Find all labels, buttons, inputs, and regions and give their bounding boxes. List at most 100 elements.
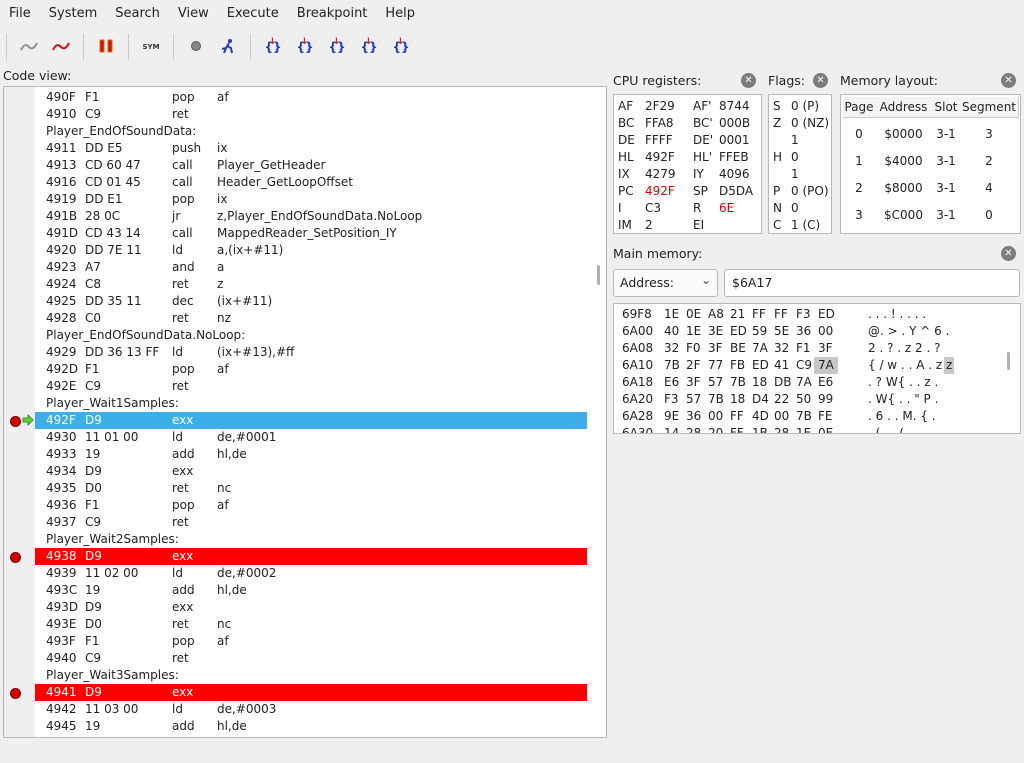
memory-layout-cell[interactable]: 4 (960, 181, 1018, 195)
memory-ascii[interactable]: { / w . . A . z (868, 357, 942, 374)
menu-system[interactable]: System (40, 0, 106, 28)
flag-value[interactable]: 0 (P) (791, 98, 819, 115)
register-value[interactable]: 6E (719, 200, 734, 217)
memory-byte[interactable]: 18 (730, 391, 745, 408)
memory-layout-header[interactable]: Page (843, 97, 876, 118)
address-input[interactable]: $6A17 (724, 269, 1020, 297)
register-value[interactable]: 4279 (645, 166, 676, 183)
code-line[interactable]: 4940 C9 ret (35, 650, 587, 667)
code-line[interactable]: 492D F1 pop af (35, 361, 587, 378)
memory-byte[interactable]: 32 (664, 340, 679, 357)
register-value[interactable]: 492F (645, 183, 675, 200)
menu-view[interactable]: View (169, 0, 218, 28)
memory-byte[interactable]: 0E (818, 425, 833, 433)
code-line[interactable]: 493D D9 exx (35, 599, 587, 616)
memory-layout-cell[interactable]: 3-1 (932, 181, 960, 195)
memory-layout-cell[interactable]: 0 (960, 208, 1018, 222)
memory-byte[interactable]: 1E (686, 323, 701, 340)
memory-byte[interactable]: 3E (708, 323, 723, 340)
code-line[interactable]: 490F F1 pop af (35, 89, 587, 106)
memory-layout-cell[interactable]: 2 (960, 154, 1018, 168)
address-mode-select[interactable]: Address: ⌄ (613, 269, 718, 297)
memory-byte[interactable]: 00 (818, 323, 833, 340)
flags-close-icon[interactable]: ✕ (813, 73, 828, 88)
memory-layout-close-icon[interactable]: ✕ (1001, 73, 1016, 88)
register-value[interactable]: FFEB (719, 149, 749, 166)
code-line[interactable]: 493C 19 add hl,de (35, 582, 587, 599)
memory-byte[interactable]: 57 (686, 391, 701, 408)
memory-byte[interactable]: DB (774, 374, 791, 391)
memory-byte[interactable]: ED (752, 357, 769, 374)
menu-file[interactable]: File (0, 0, 40, 28)
code-line[interactable]: 4930 11 01 00 ld de,#0001 (35, 429, 587, 446)
memory-ascii[interactable]: . W{ . . " P . (868, 391, 938, 408)
memory-byte[interactable]: 59 (752, 323, 767, 340)
code-label[interactable]: Player_Wait2Samples: (35, 531, 587, 548)
flag-value[interactable]: 0 (791, 149, 799, 166)
memory-ascii[interactable]: @. > . Y ^ 6 . (868, 323, 949, 340)
memory-byte[interactable]: 32 (774, 340, 789, 357)
memory-byte[interactable]: A8 (708, 306, 724, 323)
memory-byte[interactable]: 7B (664, 357, 680, 374)
memory-byte[interactable]: 57 (708, 374, 723, 391)
breakpoint-icon[interactable] (10, 552, 21, 563)
step-over-button[interactable]: {} ↓ (292, 34, 318, 60)
memory-ascii[interactable]: 2 . ? . z 2 . ? (868, 340, 940, 357)
menu-search[interactable]: Search (106, 0, 169, 28)
menu-execute[interactable]: Execute (218, 0, 288, 28)
memory-layout-cell[interactable]: 3 (960, 127, 1018, 141)
memory-byte[interactable]: FF (774, 306, 788, 323)
register-value[interactable]: 8744 (719, 98, 750, 115)
code-line[interactable]: 4924 C8 ret z (35, 276, 587, 293)
register-value[interactable]: 0001 (719, 132, 750, 149)
memory-byte[interactable]: E6 (818, 374, 833, 391)
memory-byte[interactable]: FB (730, 357, 745, 374)
code-line[interactable]: 491D CD 43 14 call MappedReader_SetPosition… (35, 225, 587, 242)
memory-byte[interactable]: 9E (664, 408, 679, 425)
memory-byte[interactable]: F0 (686, 340, 701, 357)
memory-byte[interactable]: 1E (664, 306, 679, 323)
main-memory-close-icon[interactable]: ✕ (1001, 246, 1016, 261)
memory-byte[interactable]: D4 (752, 391, 769, 408)
code-line[interactable]: 4928 C0 ret nz (35, 310, 587, 327)
memory-layout-header[interactable]: Segment (960, 97, 1019, 118)
breakpoint-icon[interactable] (10, 688, 21, 699)
code-line[interactable]: 492F D9 exx (10, 412, 587, 429)
memory-byte[interactable]: 77 (708, 357, 723, 374)
code-line[interactable]: 4913 CD 60 47 call Player_GetHeader (35, 157, 587, 174)
memory-byte[interactable]: 28 (774, 425, 789, 433)
memory-byte[interactable]: 41 (774, 357, 789, 374)
memory-byte[interactable]: 50 (796, 391, 811, 408)
step-into-button[interactable]: {} ↓ (260, 34, 286, 60)
register-value[interactable]: 492F (645, 149, 675, 166)
register-value[interactable]: D5DA (719, 183, 753, 200)
code-line[interactable]: 4923 A7 and a (35, 259, 587, 276)
code-label[interactable]: Player_Wait3Samples: (35, 667, 587, 684)
code-line[interactable]: 4945 19 add hl,de (35, 718, 587, 735)
code-line[interactable]: 4938 D9 exx (10, 548, 587, 565)
menu-help[interactable]: Help (376, 0, 424, 28)
memory-byte[interactable]: 00 (774, 408, 789, 425)
memory-byte[interactable]: FF (752, 306, 766, 323)
memory-byte[interactable]: E6 (664, 374, 679, 391)
memory-byte[interactable]: 7B (796, 408, 812, 425)
code-line[interactable]: 4919 DD E1 pop ix (35, 191, 587, 208)
disconnect-button[interactable] (48, 34, 74, 60)
code-line[interactable]: 492E C9 ret (35, 378, 587, 395)
memory-byte[interactable]: 99 (818, 391, 833, 408)
memory-byte[interactable]: 3F (818, 340, 833, 357)
menu-breakpoint[interactable]: Breakpoint (288, 0, 377, 28)
breakpoint-icon[interactable] (10, 416, 21, 427)
code-label[interactable]: Player_EndOfSoundData: (35, 123, 587, 140)
main-memory-panel[interactable]: 69F8 1E 0E A8 21 FF FF F3 ED. . . ! . . . . 6A00 4… (613, 303, 1021, 434)
run-button[interactable] (215, 34, 241, 60)
code-label[interactable]: Player_EndOfSoundData.NoLoop: (35, 327, 587, 344)
step-out-button[interactable]: {} ↓ (324, 34, 350, 60)
run-to-button[interactable]: {} ↓ (388, 34, 414, 60)
memory-byte[interactable]: 3F (686, 374, 701, 391)
memory-byte[interactable]: 00 (708, 408, 723, 425)
memory-byte[interactable]: C9 (796, 357, 812, 374)
memory-byte[interactable]: 36 (796, 323, 811, 340)
memory-ascii[interactable]: . ( . . ( . . (868, 425, 919, 433)
flag-value[interactable]: 1 (791, 132, 799, 149)
